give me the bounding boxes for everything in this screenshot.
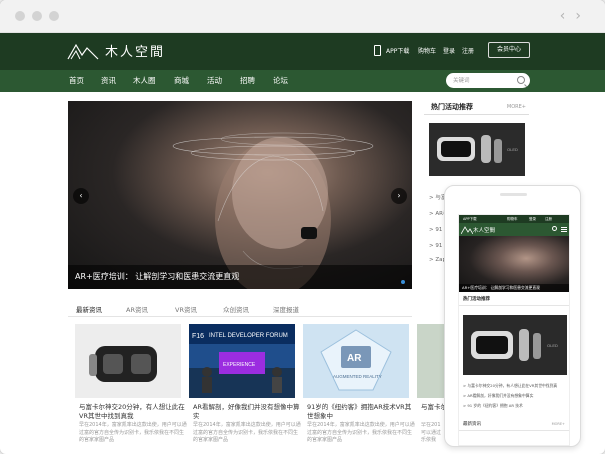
mobile-vr-device-image: OLED — [463, 315, 567, 375]
nav-item-forum[interactable]: 论坛 — [273, 75, 288, 86]
news-tabs: 最新资讯 AR资讯 VR资讯 众创资讯 深度报道 — [68, 301, 412, 317]
mobile-news-divider — [459, 430, 569, 431]
card-title-4[interactable]: 与富卡尔 — [421, 403, 445, 412]
site-topbar: 木人空間 APP下载 购物车 登录 注册 会员中心 — [0, 33, 605, 70]
mobile-screen: APP下载 购物车 登录 注册 木人空間 AR+医疗培训： 让解剖学习和医患交流… — [458, 214, 570, 446]
mobile-list-item-1[interactable]: > 与富卡尔神交20分钟，有人想让此在VR其世中找到真 — [463, 383, 557, 389]
card-desc-1: 早在2014年，富家凯率出这款出使，用户可以通过富的官方自全传为识别卡，我乐依我… — [79, 422, 187, 443]
back-arrow-icon[interactable]: ‹ — [560, 8, 576, 24]
mobile-logo-icon — [461, 226, 473, 234]
tab-vr[interactable]: VR资讯 — [175, 304, 197, 314]
history-arrows[interactable]: ‹› — [560, 8, 591, 24]
mobile-section-title: 热门活动推荐 — [463, 297, 490, 302]
phone-icon — [374, 45, 381, 56]
hero-slider[interactable]: ‹ › AR+医疗培训： 让解剖学习和医患交流更直观 — [68, 101, 412, 289]
window-close-dot[interactable] — [15, 11, 25, 21]
hero-next-button[interactable]: › — [391, 188, 407, 204]
mobile-section-divider — [459, 305, 569, 306]
hero-prev-button[interactable]: ‹ — [73, 188, 89, 204]
mobile-preview: APP下载 购物车 登录 注册 木人空間 AR+医疗培训： 让解剖学习和医患交流… — [444, 185, 581, 447]
window-zoom-dot[interactable] — [49, 11, 59, 21]
sidebar-header: 热门活动推荐 MORE+ — [424, 101, 529, 115]
main-nav: 首页 资讯 木人圈 商城 活动 招聘 论坛 关键词 — [0, 70, 605, 92]
nav-item-community[interactable]: 木人圈 — [133, 75, 156, 86]
vr-device-image: OLED — [429, 123, 525, 176]
experience-sign-label: EXPERIENCE — [223, 362, 256, 368]
mobile-news-title: 最新资讯 — [463, 422, 481, 427]
mobile-header: 木人空間 — [459, 223, 569, 236]
hero-caption[interactable]: AR+医疗培训： 让解剖学习和医患交流更直观 — [68, 265, 412, 289]
oled-label: OLED — [507, 147, 518, 152]
browser-window: ‹› 木人空間 APP下载 购物车 登录 注册 会员中心 首页 资讯 木人圈 商… — [0, 0, 605, 454]
intel-prefix-label: F16 — [192, 333, 204, 340]
mobile-oled-label: OLED — [547, 343, 558, 348]
mobile-hero-slider[interactable]: AR+医疗培训： 让解剖学习和医患交流更直观 — [459, 236, 569, 292]
nav-item-events[interactable]: 活动 — [207, 75, 222, 86]
search-placeholder: 关键词 — [453, 78, 470, 84]
ar-badge-label: AR — [347, 353, 362, 364]
mobile-logo-text: 木人空間 — [473, 228, 496, 234]
mobile-hero-caption[interactable]: AR+医疗培训： 让解剖学习和医患交流更直观 — [459, 284, 569, 292]
search-input[interactable]: 关键词 — [446, 73, 530, 88]
card-title-2[interactable]: AR看解剖，好像我们并没有想像中算实 — [193, 403, 301, 421]
mobile-login-link[interactable]: 登录 — [529, 217, 536, 222]
logo-text: 木人空間 — [105, 45, 166, 60]
app-download-link[interactable]: APP下载 — [386, 46, 409, 55]
sidebar-more-link[interactable]: MORE+ — [507, 104, 526, 110]
card-title-3[interactable]: 91岁的《纽约客》拥抱AR技术VR其世想象中 — [307, 403, 415, 421]
mobile-search-icon[interactable] — [552, 226, 557, 231]
hero-illustration — [172, 132, 374, 289]
tab-latest[interactable]: 最新资讯 — [76, 304, 102, 314]
member-center-button[interactable]: 会员中心 — [488, 42, 530, 58]
card-title-1[interactable]: 与富卡尔神交20分钟，有人想让此在VR其世中找到真我 — [79, 403, 187, 421]
cart-link[interactable]: 购物车 — [418, 46, 436, 55]
ar-badge-image: AR AUGMENTED REALITY — [303, 324, 409, 398]
ar-badge-sub-label: AUGMENTED REALITY — [333, 374, 382, 379]
nav-item-mall[interactable]: 商城 — [174, 75, 189, 86]
search-icon[interactable] — [517, 76, 525, 84]
card-image-ar-badge[interactable]: AR AUGMENTED REALITY — [303, 324, 409, 398]
mobile-app-download-link[interactable]: APP下载 — [463, 217, 477, 222]
site-logo[interactable]: 木人空間 — [67, 41, 165, 60]
register-link[interactable]: 注册 — [462, 46, 474, 55]
tab-deep[interactable]: 深度报道 — [273, 304, 299, 314]
mobile-news-more-link[interactable]: MORE+ — [552, 422, 565, 426]
phone-speaker — [500, 193, 527, 196]
login-link[interactable]: 登录 — [443, 46, 455, 55]
nav-item-jobs[interactable]: 招聘 — [240, 75, 255, 86]
forward-arrow-icon[interactable]: › — [575, 8, 591, 24]
card-desc-4: 早在201 可以通过 乐依我 — [421, 422, 442, 443]
vr-headset-image — [75, 324, 181, 398]
mobile-list-item-3[interactable]: > 91 岁的《纽约客》拥抱 AR 技术 — [463, 403, 523, 409]
card-desc-2: 早在2014年，富家凯率出这款出使，用户可以通过富的官方自全传为识别卡，我乐依我… — [193, 422, 301, 443]
mobile-featured-image[interactable]: OLED — [463, 315, 567, 375]
browser-chrome: ‹› — [0, 0, 605, 33]
mobile-menu-icon[interactable] — [561, 227, 567, 232]
sidebar-featured-image[interactable]: OLED — [429, 123, 525, 176]
intel-forum-image: F16 INTEL DEVELOPER FORUM EXPERIENCE — [189, 324, 295, 398]
card-desc-3: 早在2014年，富家凯率出这款出使，用户可以通过富的官方自全传为识别卡，我乐依我… — [307, 422, 415, 443]
window-minimize-dot[interactable] — [32, 11, 42, 21]
card-image-partial[interactable] — [417, 324, 445, 398]
mobile-cart-link[interactable]: 购物车 — [507, 217, 518, 222]
card-image-vr-headset[interactable] — [75, 324, 181, 398]
intel-banner-label: INTEL DEVELOPER FORUM — [209, 333, 288, 339]
mobile-register-link[interactable]: 注册 — [545, 217, 552, 222]
mobile-list-item-2[interactable]: > AR看解剖，好像我们并没有想象中算实 — [463, 393, 533, 399]
mountain-logo-icon — [67, 43, 99, 59]
hero-pagination-dot[interactable] — [401, 280, 405, 284]
nav-item-news[interactable]: 资讯 — [101, 75, 116, 86]
sidebar-title: 热门活动推荐 — [431, 103, 473, 111]
card-image-intel-forum[interactable]: F16 INTEL DEVELOPER FORUM EXPERIENCE — [189, 324, 295, 398]
tab-maker[interactable]: 众创资讯 — [223, 304, 249, 314]
nav-item-home[interactable]: 首页 — [69, 75, 84, 86]
mobile-topbar: APP下载 购物车 登录 注册 — [459, 215, 569, 223]
tab-ar[interactable]: AR资讯 — [126, 304, 148, 314]
